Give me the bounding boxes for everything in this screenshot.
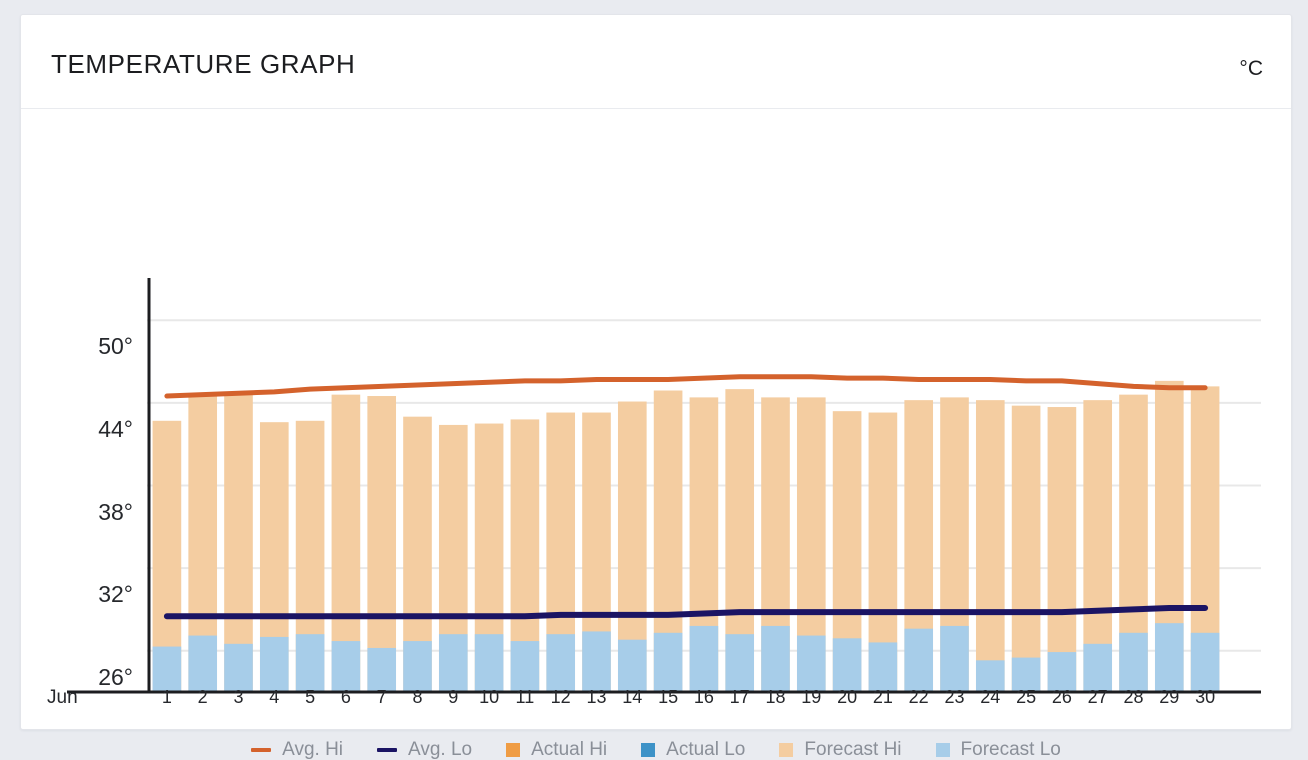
card-header: TEMPERATURE GRAPH °C: [21, 15, 1291, 109]
x-axis-tick-label: 25: [1016, 687, 1037, 707]
legend-label: Actual Hi: [531, 739, 608, 760]
legend-item[interactable]: Actual Lo: [641, 739, 745, 760]
x-axis-tick-label: 24: [980, 687, 1001, 707]
chart-area: 26° 32° 38° 44° 50° 1 2 3 4 5 6 7 8 9 10 11 12 13 14 15 16 1…: [21, 109, 1291, 760]
forecast-lo-bar[interactable]: [940, 625, 969, 692]
forecast-lo-bar[interactable]: [761, 625, 790, 692]
forecast-lo-bar[interactable]: [224, 643, 253, 692]
page-title: TEMPERATURE GRAPH: [51, 49, 356, 79]
forecast-lo-bar[interactable]: [152, 646, 182, 692]
forecast-lo-bar[interactable]: [295, 634, 325, 692]
x-axis-tick-label: 19: [801, 687, 822, 707]
x-axis-tick-label: 5: [305, 687, 316, 707]
x-axis-tick-label: 2: [197, 687, 208, 707]
legend-line-swatch-icon: [251, 748, 272, 752]
x-axis-tick-label: 4: [269, 687, 280, 707]
x-axis-tick-label: 14: [622, 687, 643, 707]
legend-label: Avg. Hi: [282, 739, 344, 760]
legend-item[interactable]: Avg. Lo: [377, 739, 472, 760]
temperature-chart: [67, 278, 1261, 694]
forecast-lo-bar[interactable]: [617, 639, 647, 692]
x-axis-tick-label: 15: [658, 687, 679, 707]
x-axis-tick-label: 10: [479, 687, 500, 707]
forecast-hi-bar[interactable]: [1047, 407, 1077, 692]
x-axis-tick-label: 9: [448, 687, 459, 707]
x-axis-tick-label: 6: [340, 687, 351, 707]
x-axis-tick-label: 16: [693, 687, 714, 707]
legend-box-swatch-icon: [641, 743, 656, 757]
legend-line-swatch-icon: [377, 748, 398, 752]
y-axis-tick-label: 44°: [98, 415, 133, 442]
forecast-lo-bar[interactable]: [868, 642, 898, 692]
forecast-lo-bar[interactable]: [474, 634, 504, 692]
forecast-hi-bar[interactable]: [1011, 405, 1041, 692]
x-axis-tick-label: 7: [376, 687, 387, 707]
x-axis-tick-label: 8: [412, 687, 423, 707]
forecast-lo-bar[interactable]: [904, 628, 934, 692]
forecast-lo-bar[interactable]: [367, 647, 397, 692]
forecast-lo-bar[interactable]: [1154, 623, 1184, 692]
x-axis-tick-label: 13: [586, 687, 607, 707]
legend-item[interactable]: Forecast Lo: [935, 739, 1061, 760]
legend-label: Avg. Lo: [408, 739, 473, 760]
forecast-lo-bar[interactable]: [725, 634, 755, 692]
forecast-lo-bar[interactable]: [832, 638, 862, 692]
x-axis-tick-label: 29: [1159, 687, 1180, 707]
legend-label: Forecast Lo: [960, 739, 1061, 760]
x-axis-tick-label: 18: [765, 687, 786, 707]
x-axis-tick-label: 22: [908, 687, 929, 707]
forecast-lo-bar[interactable]: [1190, 632, 1220, 692]
forecast-lo-bar[interactable]: [546, 634, 576, 692]
forecast-lo-bar[interactable]: [438, 634, 468, 692]
legend-item[interactable]: Forecast Hi: [779, 739, 902, 760]
forecast-lo-bar[interactable]: [510, 641, 540, 692]
x-axis-tick-label: 17: [729, 687, 750, 707]
x-axis-tick-label: 11: [515, 687, 535, 707]
chart-legend: Avg. Hi Avg. Lo Actual Hi Actual Lo Forecast…: [21, 739, 1291, 760]
x-axis-tick-label: 3: [233, 687, 244, 707]
x-axis-tick-label: 23: [944, 687, 965, 707]
legend-item[interactable]: Avg. Hi: [251, 739, 343, 760]
x-axis-tick-label: 20: [837, 687, 858, 707]
forecast-lo-bar[interactable]: [796, 635, 826, 692]
temperature-graph-card: TEMPERATURE GRAPH °C 26° 32° 38° 44° 50° 123…: [20, 14, 1292, 760]
page-root: TEMPERATURE GRAPH °C 26° 32° 38° 44° 50° 123…: [0, 0, 1308, 760]
y-axis-tick-label: 38°: [98, 498, 133, 525]
forecast-lo-bar[interactable]: [403, 641, 432, 692]
forecast-lo-bar[interactable]: [689, 625, 719, 692]
x-axis-tick-label: 28: [1123, 687, 1144, 707]
x-axis-tick-label: 1: [161, 687, 172, 707]
avg-hi-line: [164, 374, 1208, 399]
legend-item[interactable]: Actual Hi: [506, 739, 607, 760]
forecast-lo-bar[interactable]: [1119, 632, 1148, 692]
x-axis-tick-label: 27: [1087, 687, 1108, 707]
x-axis-tick-label: 30: [1195, 687, 1216, 707]
x-axis-tick-label: 12: [550, 687, 571, 707]
forecast-hi-bar[interactable]: [975, 400, 1005, 692]
forecast-lo-bar[interactable]: [653, 632, 683, 692]
legend-label: Forecast Hi: [804, 739, 902, 760]
forecast-lo-bar[interactable]: [188, 635, 218, 692]
x-axis-month-label: Jun: [47, 687, 78, 708]
x-axis-tick-label: 26: [1051, 687, 1072, 707]
legend-label: Actual Lo: [666, 739, 746, 760]
legend-box-swatch-icon: [506, 743, 521, 757]
x-axis-tick-label: 21: [872, 687, 893, 707]
forecast-lo-bar[interactable]: [331, 641, 361, 692]
legend-box-swatch-icon: [935, 743, 950, 757]
y-axis-tick-label: 32°: [98, 581, 133, 608]
temperature-unit-label[interactable]: °C: [1239, 57, 1263, 81]
forecast-lo-bar[interactable]: [1083, 643, 1113, 692]
forecast-hi-bar[interactable]: [367, 396, 397, 692]
y-axis-tick-label: 50°: [98, 333, 133, 360]
forecast-lo-bar[interactable]: [582, 631, 611, 692]
forecast-lo-bar[interactable]: [1047, 652, 1077, 692]
forecast-lo-bar[interactable]: [259, 636, 289, 692]
legend-box-swatch-icon: [779, 743, 794, 757]
